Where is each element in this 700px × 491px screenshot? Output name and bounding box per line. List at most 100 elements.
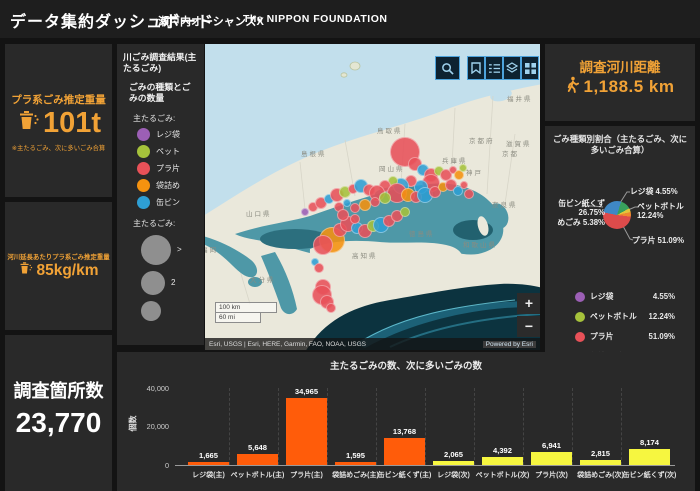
kpi-density-panel: 河川延長あたりプラ系ごみ推定重量 85kg/km	[5, 202, 112, 330]
bar-main[interactable]	[384, 438, 425, 465]
bar-main[interactable]	[286, 397, 327, 465]
legend-color-dot	[137, 195, 150, 209]
legend-item: レジ袋	[137, 127, 204, 141]
map-legend-type-header: 主たるごみ:	[133, 113, 176, 123]
legend-item-label: プラ片	[156, 163, 180, 173]
ytick-0: 0	[164, 461, 169, 470]
legend-size-item: >	[141, 234, 204, 265]
kpi-sites-value: 23,770	[15, 407, 102, 438]
trash-icon	[16, 109, 40, 138]
map-scalebar: 100 km 60 mi	[215, 302, 277, 323]
map-data-bubble[interactable]	[464, 189, 474, 199]
kpi-sites-title: 調査箇所数	[13, 381, 104, 401]
pie-legend-label: レジ袋	[590, 292, 614, 301]
legend-size-circle	[141, 270, 165, 295]
map-data-bubble[interactable]	[459, 164, 467, 172]
map-place-label: 京都	[502, 151, 519, 158]
legend-color-dot	[137, 144, 150, 158]
map-place-label: 京都府	[469, 138, 495, 145]
legend-color-dot	[137, 161, 150, 175]
trash-icon	[18, 261, 33, 281]
bar-main[interactable]	[237, 454, 278, 465]
legend-item: ペット	[137, 144, 204, 158]
kpi-distance-value: 1,188.5 km	[583, 77, 675, 96]
pie-legend-label: プラ片	[590, 332, 614, 341]
ytick-40000: 40,000	[146, 384, 169, 393]
map-data-bubble[interactable]	[314, 263, 324, 273]
legend-item: プラ片	[137, 161, 204, 175]
map-canvas[interactable]: 島根県鳥取県岡山県兵庫県京都府滋賀県京都福井県神戸山口県福岡大分県高知県徳島県奈…	[205, 44, 540, 350]
pie-legend-dot	[575, 331, 585, 342]
map-data-bubble[interactable]	[400, 207, 410, 217]
map-place-label: 鳥取県	[377, 128, 403, 135]
map-data-bubble[interactable]	[379, 192, 391, 204]
pie-callout-rejibukuro: レジ袋 4.55%	[630, 187, 678, 196]
pie-legend-label: ペットボトル	[590, 312, 637, 321]
bar-chart-baseline	[175, 465, 675, 466]
pie-callout-canbin: 缶ビン紙くず 26.75% めごみ 5.38%	[557, 199, 605, 227]
legend-size-circle	[141, 234, 171, 265]
kpi-plastic-weight-panel: プラ系ごみ推定重量 101t ※主たるごみ、次に多いごみ合算	[5, 44, 112, 197]
zoom-in-button[interactable]: +	[517, 293, 540, 314]
map-data-bubble[interactable]	[359, 199, 371, 211]
bar-next[interactable]	[433, 461, 474, 465]
legend-size-circle	[141, 300, 161, 321]
map-legend-subtitle: ごみの種類とごみの数量	[129, 81, 191, 103]
kpi-plastic-weight-title: プラ系ごみ推定重量	[11, 94, 106, 106]
kpi-sites-panel: 調査箇所数 23,770	[5, 335, 112, 491]
zoom-out-button[interactable]: −	[517, 316, 540, 337]
map-data-bubble[interactable]	[343, 199, 351, 207]
map-place-label: 島根県	[301, 151, 327, 158]
bar-gridline	[229, 388, 230, 465]
pie-legend-pct: 51.09%	[648, 332, 675, 341]
map-data-bubble[interactable]	[326, 303, 336, 313]
bar-chart-panel: 主たるごみの数、次に多いごみの数 個数 40,000 20,000 0 1,66…	[117, 352, 695, 491]
legend-size-item	[141, 300, 204, 321]
legend-size-label: 2	[171, 278, 176, 288]
legend-item-label: 缶ビン	[156, 197, 180, 207]
map-data-bubble[interactable]	[337, 209, 349, 221]
map-data-bubble[interactable]	[350, 214, 360, 224]
org-logo-text: The NIPPON FOUNDATION	[243, 13, 388, 25]
bar-category-label: 缶ビン紙くず(次)	[622, 472, 677, 479]
map-legend-items: レジ袋 ペット プラ片 袋詰め 缶ビン	[117, 127, 204, 209]
pie-legend: レジ袋4.55%ペットボトル12.24%プラ片51.09%袋詰めごみ5.38%	[575, 282, 675, 352]
bar-chart-title: 主たるごみの数、次に多いごみの数	[329, 361, 482, 372]
map-place-label: 神戸	[466, 170, 483, 177]
kpi-density-value: 85kg/km	[36, 262, 99, 279]
map-basemap-button[interactable]	[521, 56, 539, 80]
pie-chart-panel: ごみ種類別割合（主たるごみ、次に多いごみ合算） 缶ビン紙くず 26.75% めご…	[545, 126, 695, 352]
legend-item: 缶ビン	[137, 195, 204, 209]
pie-legend-dot	[575, 311, 585, 322]
bar-main[interactable]	[335, 461, 376, 465]
bar-next[interactable]	[629, 449, 670, 465]
map-data-bubble[interactable]	[460, 181, 468, 189]
map-place-label: 徳島県	[409, 231, 435, 238]
powered-by-esri[interactable]: Powered by Esri	[482, 340, 536, 348]
map-place-label: 大分県	[250, 277, 276, 284]
kpi-distance-title: 調査河川距離	[579, 60, 661, 75]
map-data-bubble[interactable]	[313, 235, 333, 255]
pie-legend-pct: 12.24%	[648, 312, 675, 321]
legend-size-item: 2	[141, 270, 204, 295]
map-data-bubble[interactable]	[370, 197, 380, 207]
map-layers-button[interactable]	[503, 56, 521, 80]
bar-next[interactable]	[482, 456, 523, 465]
header-bar: データ集約ダッシュボード 瀬戸内オーシャンズX The NIPPON FOUND…	[0, 0, 700, 38]
map-search-button[interactable]	[435, 56, 460, 80]
map-place-label: 奈良県	[492, 202, 518, 209]
map-bookmark-button[interactable]	[467, 56, 485, 80]
map-zoom-controls: + −	[517, 293, 540, 339]
bar-next[interactable]	[580, 459, 621, 465]
map-attribution: Esri, USGS | Esri, HERE, Garmin, FAO, NO…	[205, 338, 540, 350]
pie-chart[interactable]	[603, 201, 631, 229]
pie-legend-row: レジ袋 4.55%	[575, 291, 675, 302]
map-legend-title: 川ごみ調査結果(主たるごみ)	[123, 52, 197, 73]
map-legend-button[interactable]	[485, 56, 503, 80]
kpi-plastic-weight-value: 101t	[42, 107, 102, 139]
legend-item-label: ペット	[156, 146, 180, 156]
pie-legend-pct: 4.55%	[652, 292, 675, 301]
bar-main[interactable]	[188, 461, 229, 465]
map-data-bubble[interactable]	[350, 203, 360, 213]
bar-next[interactable]	[531, 451, 572, 465]
